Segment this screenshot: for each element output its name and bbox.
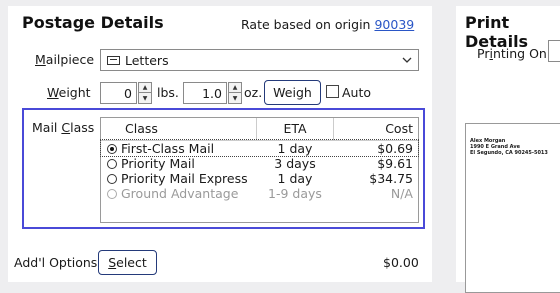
- radio-button: [107, 188, 117, 199]
- weight-label: Weight: [47, 85, 91, 100]
- radio-button[interactable]: [107, 173, 117, 184]
- oz-unit: oz.: [244, 85, 263, 100]
- mail-class-cost: N/A: [390, 185, 413, 201]
- label-preview: Alex Morgan 1990 E Grand Ave El Segundo,…: [465, 123, 560, 293]
- auto-checkbox[interactable]: [326, 85, 339, 98]
- preview-line: El Segundo, CA 90245-5013: [470, 150, 548, 156]
- lbs-input[interactable]: 0: [100, 82, 137, 104]
- mail-class-row: Ground Advantage 1-9 days N/A: [101, 186, 418, 201]
- mail-class-row[interactable]: Priority Mail Express 1 day $34.75: [101, 171, 418, 186]
- printing-on-label: Printing On: [477, 46, 547, 61]
- mail-class-eta: 1 day: [277, 140, 313, 156]
- mail-class-cost: $0.69: [377, 140, 413, 156]
- oz-value: 1.0: [202, 86, 222, 101]
- mail-class-cost: $34.75: [369, 170, 413, 186]
- radio-button[interactable]: [107, 158, 117, 169]
- mail-class-row[interactable]: Priority Mail 3 days $9.61: [101, 156, 418, 171]
- up-arrow-icon[interactable]: ▲: [139, 83, 151, 93]
- up-arrow-icon[interactable]: ▲: [229, 83, 241, 93]
- rate-origin-prefix: Rate based on origin: [241, 17, 371, 32]
- weigh-button[interactable]: Weigh: [264, 80, 321, 105]
- oz-input[interactable]: 1.0: [183, 82, 227, 104]
- cost-column-header[interactable]: Cost: [333, 118, 418, 141]
- origin-zip-link[interactable]: 90039: [374, 17, 414, 32]
- down-arrow-icon[interactable]: ▼: [229, 93, 241, 103]
- select-options-button[interactable]: Select: [98, 250, 157, 275]
- envelope-icon: [107, 56, 120, 65]
- eta-column-header[interactable]: ETA: [256, 118, 334, 141]
- postage-details-title: Postage Details: [22, 13, 164, 32]
- lbs-stepper[interactable]: ▲ ▼: [138, 82, 152, 104]
- mail-class-name: First-Class Mail: [121, 140, 215, 156]
- mail-class-eta: 1-9 days: [268, 185, 322, 201]
- mail-class-name: Priority Mail: [121, 155, 195, 171]
- oz-stepper[interactable]: ▲ ▼: [228, 82, 242, 104]
- mail-class-group: Mail Class Class ETA Cost First-Class Ma…: [22, 108, 425, 229]
- preview-address: Alex Morgan 1990 E Grand Ave El Segundo,…: [470, 138, 548, 156]
- mail-class-name: Ground Advantage: [121, 185, 239, 201]
- rate-origin-text: Rate based on origin 90039: [241, 17, 414, 32]
- chevron-down-icon: [402, 57, 412, 63]
- class-column-header[interactable]: Class: [101, 118, 257, 141]
- mail-class-name: Priority Mail Express: [121, 170, 248, 186]
- mailpiece-value: Letters: [125, 53, 169, 68]
- mail-class-row[interactable]: First-Class Mail 1 day $0.69: [100, 139, 419, 157]
- mail-class-cost: $9.61: [377, 155, 413, 171]
- printing-on-select[interactable]: [548, 40, 560, 62]
- auto-label: Auto: [342, 85, 372, 100]
- mail-class-eta: 3 days: [274, 155, 316, 171]
- down-arrow-icon[interactable]: ▼: [139, 93, 151, 103]
- lbs-value: 0: [124, 86, 132, 101]
- mail-class-table: Class ETA Cost First-Class Mail 1 day $0.6…: [100, 118, 419, 201]
- radio-button[interactable]: [107, 143, 117, 154]
- mail-class-label: Mail Class: [32, 120, 95, 135]
- mailpiece-select[interactable]: Letters: [100, 49, 419, 71]
- addl-options-cost: $0.00: [383, 255, 419, 270]
- mailpiece-label: Mailpiece: [35, 52, 95, 67]
- lbs-unit: lbs.: [157, 85, 179, 100]
- mail-class-eta: 1 day: [277, 170, 313, 186]
- postage-details-panel: Postage Details Rate based on origin 900…: [8, 6, 432, 282]
- addl-options-label: Add'l Options: [14, 255, 98, 270]
- print-details-panel: Print Details Printing On Alex Morgan 19…: [456, 6, 560, 293]
- mail-class-list[interactable]: Class ETA Cost First-Class Mail 1 day $0.6…: [100, 117, 419, 223]
